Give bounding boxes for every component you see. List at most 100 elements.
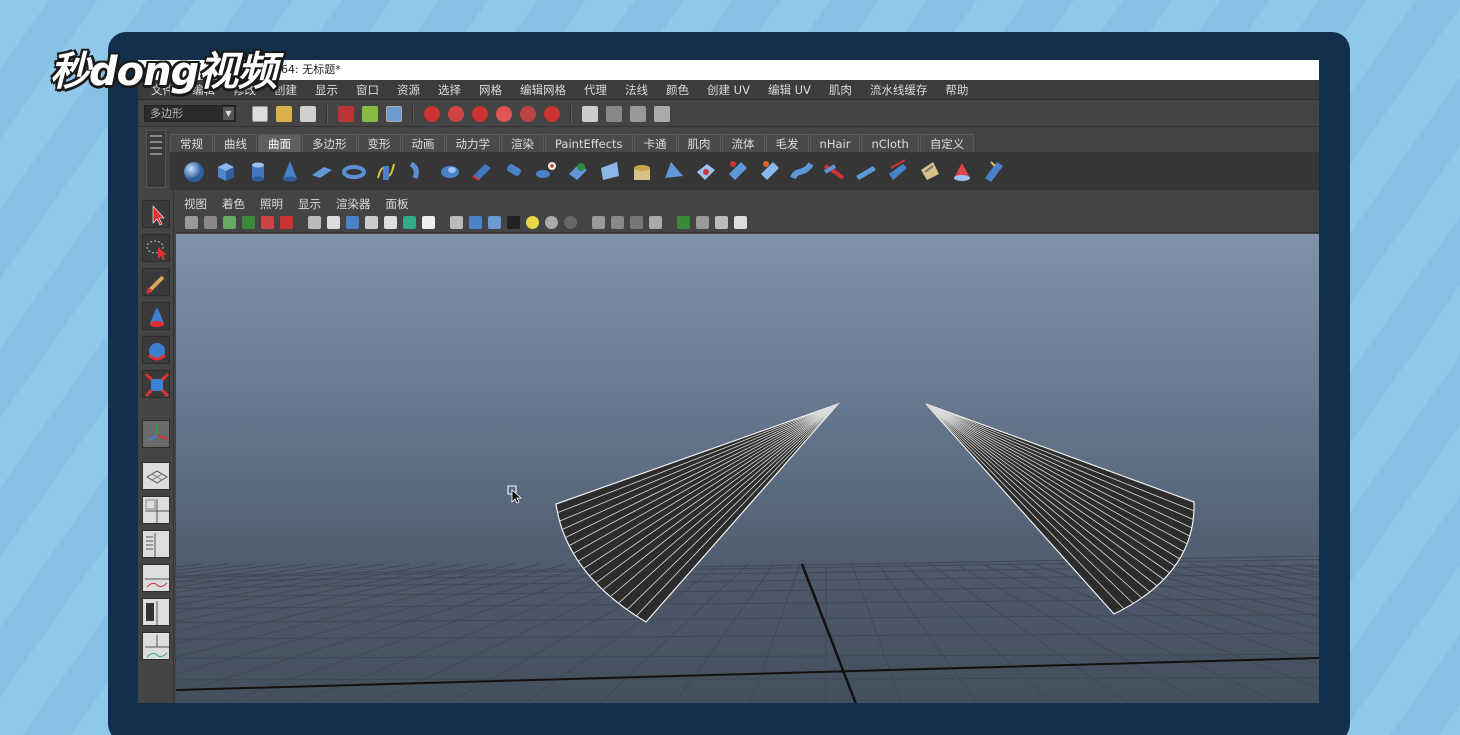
panel-menu-item[interactable]: 显示 [298,196,330,212]
fillet-icon[interactable] [949,158,975,184]
panel-menu-item[interactable]: 视图 [184,196,216,212]
shelf-tab[interactable]: 渲染 [501,134,544,152]
panel-menu-item[interactable]: 照明 [260,196,292,212]
nurbs-cone-icon[interactable] [277,158,303,184]
shelf-tab[interactable]: 动画 [401,134,445,152]
xray-components-icon[interactable] [715,216,728,229]
detach-icon[interactable] [853,158,879,184]
single-perspective-layout[interactable] [142,462,170,490]
shelf-tab[interactable]: 变形 [357,134,401,152]
gate-mask-icon[interactable] [365,216,378,229]
image-plane-icon[interactable] [242,216,255,229]
move-tool[interactable] [142,302,170,330]
shelf-tab[interactable]: 肌肉 [677,134,721,152]
menu-item[interactable]: 编辑 UV [759,82,820,98]
attach-icon[interactable] [821,158,847,184]
snap-surface-icon[interactable] [520,105,536,122]
nurbs-cone-right[interactable] [925,403,1195,615]
select-object-icon[interactable] [362,105,378,122]
panel-menu-item[interactable]: 着色 [222,196,254,212]
depth-of-field-icon[interactable] [630,216,643,229]
menu-item[interactable]: 窗口 [347,82,388,98]
shelf-tab[interactable]: 常规 [170,134,213,152]
hud-toggle-icon[interactable] [734,216,747,229]
shelf-tab[interactable]: nCloth [861,134,919,152]
menu-item[interactable]: 资源 [388,82,429,98]
square-surface-icon[interactable] [597,158,623,184]
ipr-render-icon[interactable] [630,105,646,122]
intersect-icon[interactable] [693,158,719,184]
panel-menu-item[interactable]: 面板 [386,196,418,212]
open-scene-icon[interactable] [276,105,292,122]
nurbs-plane-icon[interactable] [309,158,335,184]
show-manipulator-tool[interactable] [142,420,170,448]
multisample-aa-icon[interactable] [611,216,624,229]
menu-item[interactable]: 代理 [575,82,616,98]
bookmarks-icon[interactable] [223,216,236,229]
select-tool[interactable] [142,200,170,228]
menu-item[interactable]: 编辑网格 [511,82,575,98]
nurbs-cube-icon[interactable] [213,158,239,184]
shelf-tab[interactable]: 多边形 [302,134,357,152]
persp-graph-layout[interactable] [142,564,170,592]
isolate-select-icon[interactable] [649,216,662,229]
menu-item[interactable]: 显示 [306,82,347,98]
xray-icon[interactable] [677,216,690,229]
screen-space-ao-icon[interactable] [564,216,577,229]
safe-action-icon[interactable] [403,216,416,229]
smooth-shade-icon[interactable] [469,216,482,229]
four-view-layout[interactable] [142,496,170,524]
render-settings-icon[interactable] [654,105,670,122]
nurbs-cone-left[interactable] [555,402,840,623]
snap-plane-icon[interactable] [496,105,512,122]
resolution-gate-icon[interactable] [346,216,359,229]
menu-item[interactable]: 帮助 [936,82,977,98]
wireframe-on-shaded-icon[interactable] [488,216,501,229]
xray-joints-icon[interactable] [696,216,709,229]
bevel-icon[interactable] [629,158,655,184]
extrude-icon[interactable] [501,158,527,184]
nurbs-torus-icon[interactable] [341,158,367,184]
shelf-tab[interactable]: 曲线 [214,134,257,152]
nurbs-sphere-icon[interactable] [181,158,207,184]
snap-live-icon[interactable] [544,105,560,122]
snap-curve-icon[interactable] [448,105,464,122]
menu-item[interactable]: 法线 [616,82,657,98]
grease-pencil-icon[interactable] [280,216,293,229]
shadows-icon[interactable] [545,216,558,229]
shelf-tab[interactable]: 流体 [721,134,765,152]
shelf-tab[interactable]: 自定义 [919,134,975,152]
camera-2d-pan-icon[interactable] [261,216,274,229]
render-frame-icon[interactable] [606,105,622,122]
perspective-viewport[interactable] [176,234,1319,703]
extend-icon[interactable] [789,158,815,184]
cv-curve-icon[interactable] [373,158,399,184]
menu-item[interactable]: 创建 UV [698,82,759,98]
render-view-icon[interactable] [582,105,598,122]
persp-outliner-layout[interactable] [142,530,170,558]
menu-item[interactable]: 颜色 [657,82,698,98]
snap-point-icon[interactable] [472,105,488,122]
persp-graph-outliner-layout[interactable] [142,632,170,660]
snap-grid-icon[interactable] [424,105,440,122]
safe-title-icon[interactable] [422,216,435,229]
shelf-tab[interactable]: 曲面 [258,134,301,152]
menu-item[interactable]: 流水线缓存 [861,82,937,98]
boundary-icon[interactable] [565,158,591,184]
select-component-icon[interactable] [386,105,402,122]
lasso-tool[interactable] [142,234,170,262]
scale-tool[interactable] [142,370,170,398]
planar-icon[interactable] [469,158,495,184]
camera-attributes-icon[interactable] [204,216,217,229]
shelf-tab[interactable]: nHair [809,134,861,152]
paint-select-tool[interactable] [142,268,170,296]
loft-icon[interactable] [437,158,463,184]
nurbs-cylinder-icon[interactable] [245,158,271,184]
menu-set-select[interactable]: 多边形 ▼ [144,105,236,122]
shelf-tab[interactable]: 动力学 [445,134,500,152]
select-hierarchy-icon[interactable] [338,105,354,122]
shelf-tab[interactable]: 毛发 [765,134,809,152]
film-gate-icon[interactable] [327,216,340,229]
select-camera-icon[interactable] [185,216,198,229]
shelf-tab[interactable]: 卡通 [633,134,677,152]
